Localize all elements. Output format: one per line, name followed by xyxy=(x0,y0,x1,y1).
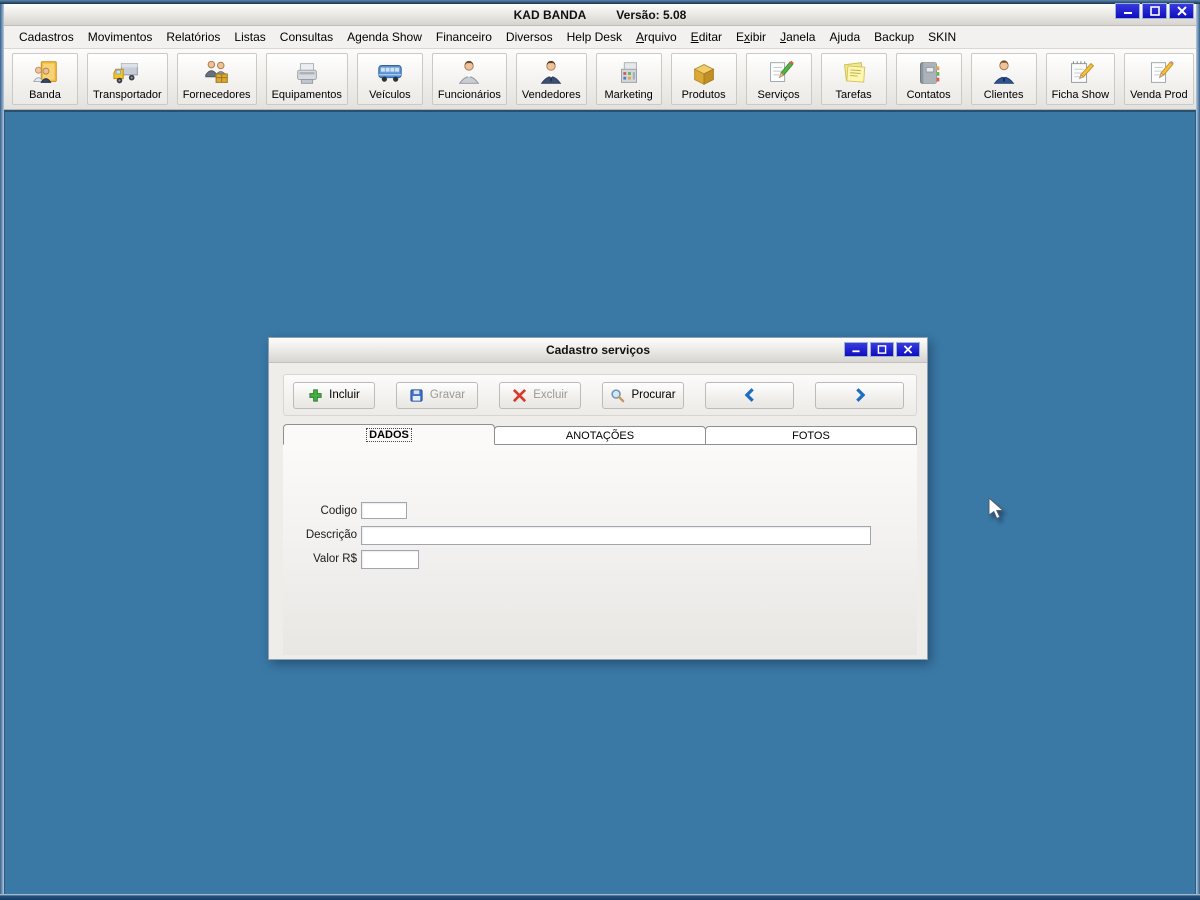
window-titlebar[interactable]: KAD BANDA Versão: 5.08 xyxy=(4,4,1196,26)
dialog-minimize-button[interactable] xyxy=(844,342,868,357)
services-doc-icon xyxy=(769,60,794,82)
window-border-right xyxy=(1196,4,1200,894)
sale-doc-icon xyxy=(1150,60,1174,83)
chevron-left-icon xyxy=(744,388,754,402)
toolbar-button-servicos[interactable]: Serviços xyxy=(745,53,812,105)
incluir-button[interactable]: Incluir xyxy=(293,381,375,409)
descricao-label: Descrição xyxy=(305,529,357,541)
close-icon xyxy=(903,345,913,354)
marketing-icon xyxy=(620,62,637,83)
show-sheet-icon xyxy=(1071,61,1095,83)
toolbar-button-clientes[interactable]: Clientes xyxy=(970,53,1037,105)
menu-item-ajuda[interactable]: Ajuda xyxy=(822,28,867,46)
toolbar-button-fornecedores[interactable]: Fornecedores xyxy=(176,53,257,105)
tasks-notes-icon xyxy=(843,62,865,83)
dialog-window-controls xyxy=(844,342,920,357)
previous-record-button[interactable] xyxy=(705,381,794,409)
toolbar-button-vendedores[interactable]: Vendedores xyxy=(515,53,587,105)
dialog-close-button[interactable] xyxy=(896,342,920,357)
menu-item-diversos[interactable]: Diversos xyxy=(499,28,560,46)
toolbar-button-transportador[interactable]: Transportador xyxy=(87,53,168,105)
product-box-icon xyxy=(693,64,715,86)
client-person-icon xyxy=(993,60,1014,84)
employee-icon xyxy=(459,60,480,84)
app-title: KAD BANDA xyxy=(513,7,587,22)
toolbar-button-produtos[interactable]: Produtos xyxy=(670,53,737,105)
next-record-button[interactable] xyxy=(815,381,904,409)
window-border-bottom xyxy=(0,894,1200,900)
toolbar-button-equipamentos[interactable]: Equipamentos xyxy=(265,53,348,105)
tab-fotos[interactable]: FOTOS xyxy=(705,426,917,445)
toolbar-button-ficha-show[interactable]: Ficha Show xyxy=(1045,53,1116,105)
minimize-button[interactable] xyxy=(1115,3,1140,19)
maximize-icon xyxy=(1149,6,1160,16)
add-plus-icon xyxy=(309,388,322,402)
menu-item-agenda-show[interactable]: Agenda Show xyxy=(340,28,429,46)
toolbar-button-banda[interactable]: Banda xyxy=(12,53,78,105)
chevron-right-icon xyxy=(855,388,865,402)
toolbar-button-marketing[interactable]: Marketing xyxy=(595,53,662,105)
codigo-input[interactable] xyxy=(361,502,407,519)
cadastro-servicos-dialog: Cadastro serviços Incluir Gravar Excluir… xyxy=(268,337,928,660)
suppliers-icon xyxy=(204,60,228,83)
close-button[interactable] xyxy=(1169,3,1194,19)
toolbar: Banda Transportador Fornecedores Equipam… xyxy=(4,48,1196,110)
gravar-button[interactable]: Gravar xyxy=(396,381,478,409)
menu-item-relatorios[interactable]: Relatórios xyxy=(159,28,227,46)
bus-icon xyxy=(378,65,402,82)
codigo-label: Codigo xyxy=(320,505,357,517)
menu-item-exibir[interactable]: Exibir xyxy=(729,28,773,46)
dialog-maximize-button[interactable] xyxy=(870,342,894,357)
toolbar-button-contatos[interactable]: Contatos xyxy=(895,53,962,105)
minimize-icon xyxy=(1123,12,1132,14)
dialog-title: Cadastro serviços xyxy=(545,343,651,357)
valor-label: Valor R$ xyxy=(313,553,357,565)
delete-x-icon xyxy=(513,388,527,402)
toolbar-button-venda-prod[interactable]: Venda Prod xyxy=(1124,53,1194,105)
minimize-icon xyxy=(852,350,860,353)
contacts-book-icon xyxy=(919,62,939,84)
tab-dados[interactable]: DADOS xyxy=(283,424,495,445)
menubar: Cadastros Movimentos Relatórios Listas C… xyxy=(4,26,1196,48)
dialog-tabs: DADOS ANOTAÇÕES FOTOS xyxy=(283,424,917,445)
excluir-button[interactable]: Excluir xyxy=(499,381,581,409)
toolbar-button-tarefas[interactable]: Tarefas xyxy=(820,53,887,105)
menu-item-help-desk[interactable]: Help Desk xyxy=(560,28,629,46)
close-icon xyxy=(1176,6,1187,16)
save-floppy-icon xyxy=(410,388,423,402)
menu-item-consultas[interactable]: Consultas xyxy=(273,28,340,46)
descricao-input[interactable] xyxy=(361,526,871,545)
menu-item-arquivo[interactable]: Arquivo xyxy=(629,28,684,46)
search-icon xyxy=(611,388,625,402)
valor-input[interactable] xyxy=(361,550,419,569)
menu-item-financeiro[interactable]: Financeiro xyxy=(429,28,499,46)
menu-item-skin[interactable]: SKIN xyxy=(921,28,963,46)
band-folder-icon xyxy=(32,61,57,83)
tab-anotacoes[interactable]: ANOTAÇÕES xyxy=(494,426,706,445)
menu-item-movimentos[interactable]: Movimentos xyxy=(81,28,160,46)
maximize-icon xyxy=(877,345,887,354)
menu-item-janela[interactable]: Janela xyxy=(773,28,822,46)
truck-icon xyxy=(113,63,139,84)
procurar-button[interactable]: Procurar xyxy=(602,381,684,409)
menu-item-editar[interactable]: Editar xyxy=(684,28,729,46)
dialog-titlebar[interactable]: Cadastro serviços xyxy=(269,338,927,363)
menu-item-listas[interactable]: Listas xyxy=(227,28,272,46)
salesman-icon xyxy=(540,60,562,84)
maximize-button[interactable] xyxy=(1142,3,1167,19)
dialog-action-toolbar: Incluir Gravar Excluir Procurar xyxy=(283,374,917,416)
menu-item-cadastros[interactable]: Cadastros xyxy=(12,28,81,46)
window-controls xyxy=(1115,3,1194,19)
toolbar-button-funcionarios[interactable]: Funcionários xyxy=(431,53,507,105)
equipment-printer-icon xyxy=(296,63,317,84)
menu-item-backup[interactable]: Backup xyxy=(867,28,921,46)
toolbar-button-veiculos[interactable]: Veículos xyxy=(356,53,423,105)
app-version: Versão: 5.08 xyxy=(616,7,687,22)
